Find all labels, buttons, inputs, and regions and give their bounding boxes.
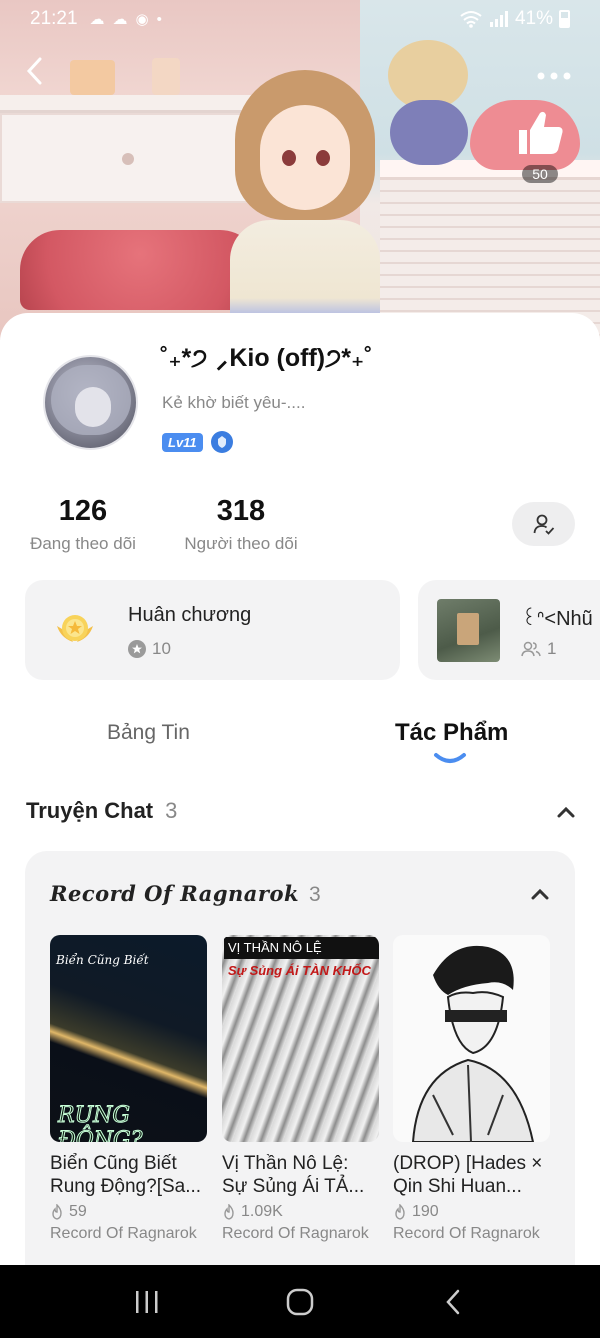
story-group-name: Record Of Ragnarok <box>50 881 300 906</box>
section-title: Truyện Chat <box>26 798 154 823</box>
profile-banner-image <box>0 0 600 340</box>
story-group-header: Record Of Ragnarok 3 <box>50 881 321 907</box>
followers-label: Người theo dõi <box>184 534 298 553</box>
flame-icon <box>52 1204 62 1220</box>
story-title: (DROP) [Hades × Qin Shi Huan... <box>393 1153 543 1197</box>
tab-works[interactable]: Tác Phẩm <box>395 719 508 747</box>
members-icon <box>521 641 541 657</box>
manga-figure-illustration <box>411 945 535 1142</box>
status-notification-icons: ☁ ☁ ◉ • <box>89 10 162 29</box>
story-views: 59 <box>69 1203 87 1220</box>
thumbs-up-icon <box>519 111 563 154</box>
story-group-label: Record Of Ragnarok <box>222 1225 369 1242</box>
story-title: Vị Thần Nô Lệ: Sự Sủng Ái TẢ... <box>222 1153 365 1197</box>
dot-icon: • <box>156 10 162 28</box>
profile-nickname: ˚₊*੭ ⸝Kio (off)੭*₊˚ <box>160 344 373 372</box>
story-cover: Biển Cũng Biết RUNG ĐỘNG? <box>50 935 207 1142</box>
chrome-icon: ◉ <box>135 11 149 28</box>
story-card[interactable]: (DROP) [Hades × Qin Shi Huan... 190 Reco… <box>393 935 550 1243</box>
chevron-left-icon <box>26 57 42 85</box>
medals-card[interactable]: Huân chương 10 <box>25 580 400 680</box>
home-icon <box>286 1288 314 1315</box>
more-dots-icon <box>537 72 571 80</box>
wifi-icon <box>460 11 482 28</box>
section-header: Truyện Chat 3 <box>26 798 177 824</box>
shield-icon[interactable] <box>210 431 233 453</box>
following-label: Đang theo dõi <box>30 534 136 553</box>
story-group-label: Record Of Ragnarok <box>393 1225 540 1242</box>
story-card[interactable]: VỊ THẦN NÔ LỆ Sự Sủng Ái TÀN KHỐC Vị Thầ… <box>222 935 379 1243</box>
more-options-button[interactable] <box>536 60 576 84</box>
cover-caption-bottom: RUNG ĐỘNG? <box>58 1103 143 1143</box>
group-card[interactable]: ꒰ᐢ<Nhũ 1 <box>418 580 600 680</box>
story-views: 190 <box>412 1203 439 1220</box>
cloud-icon: ☁ <box>89 11 105 28</box>
chevron-up-icon[interactable] <box>530 887 550 901</box>
chevron-up-icon[interactable] <box>556 805 576 819</box>
status-time: 21:21 <box>30 8 78 29</box>
status-bar: 21:21 ☁ ☁ ◉ • 41% <box>0 0 600 38</box>
story-views: 1.09K <box>241 1203 283 1220</box>
group-members-count: 1 <box>547 639 557 658</box>
follow-button[interactable] <box>512 502 575 546</box>
profile-tabs: Bảng Tin Tác Phẩm <box>0 713 600 773</box>
story-group-count: 3 <box>309 883 322 906</box>
story-cover: VỊ THẦN NÔ LỆ Sự Sủng Ái TÀN KHỐC <box>222 935 379 1142</box>
profile-bio: Kẻ khờ biết yêu-.... <box>162 393 306 412</box>
cloud-icon: ☁ <box>112 11 128 28</box>
story-group-label: Record Of Ragnarok <box>50 1225 197 1242</box>
back-button[interactable] <box>24 56 52 90</box>
medals-count: 10 <box>152 639 171 658</box>
followers-count: 318 <box>216 495 266 527</box>
active-tab-indicator <box>434 753 466 763</box>
followers-stat[interactable]: 318 Người theo dõi <box>178 495 304 554</box>
banner-character <box>220 60 390 340</box>
like-count: 50 <box>522 165 558 183</box>
avatar[interactable] <box>43 355 138 450</box>
recent-apps-button[interactable] <box>117 1282 177 1322</box>
story-card[interactable]: Biển Cũng Biết RUNG ĐỘNG? Biển Cũng Biết… <box>50 935 207 1243</box>
flame-icon <box>224 1204 234 1220</box>
following-stat[interactable]: 126 Đang theo dõi <box>24 495 142 554</box>
level-badge[interactable]: Lv11 <box>162 432 203 452</box>
flame-icon <box>395 1204 405 1220</box>
story-cover <box>393 935 550 1142</box>
banner-shelf-items <box>60 40 190 95</box>
recent-apps-icon <box>135 1290 158 1313</box>
following-count: 126 <box>58 495 108 527</box>
cover-caption-bottom: Sự Sủng Ái TÀN KHỐC <box>228 963 371 978</box>
user-check-icon <box>533 514 554 535</box>
profile-sheet: ˚₊*੭ ⸝Kio (off)੭*₊˚ Kẻ khờ biết yêu-....… <box>0 313 600 1265</box>
story-title: Biển Cũng Biết Rung Động?[Sa... <box>50 1153 202 1197</box>
back-arrow-icon <box>446 1289 460 1314</box>
signal-icon <box>489 11 508 27</box>
banner-teddy-bear <box>380 40 475 165</box>
tab-feed[interactable]: Bảng Tin <box>107 721 190 745</box>
medal-icon <box>57 615 93 642</box>
profile-badges: Lv11 <box>162 431 233 453</box>
star-badge-icon <box>128 640 146 658</box>
like-button[interactable]: 50 <box>513 108 567 183</box>
group-thumbnail <box>437 599 500 662</box>
story-group: Record Of Ragnarok 3 Biển Cũng Biết RUNG … <box>25 851 575 1265</box>
cover-caption-top: VỊ THẦN NÔ LỆ <box>224 937 379 959</box>
cover-caption-top: Biển Cũng Biết <box>56 953 149 967</box>
system-navigation-bar <box>0 1265 600 1338</box>
battery-percent: 41% <box>514 8 553 29</box>
battery-icon <box>559 10 570 28</box>
medals-title: Huân chương <box>128 604 252 626</box>
home-button[interactable] <box>270 1282 330 1322</box>
system-back-button[interactable] <box>423 1282 483 1322</box>
group-title: ꒰ᐢ<Nhũ <box>521 608 593 630</box>
section-count: 3 <box>165 798 178 823</box>
